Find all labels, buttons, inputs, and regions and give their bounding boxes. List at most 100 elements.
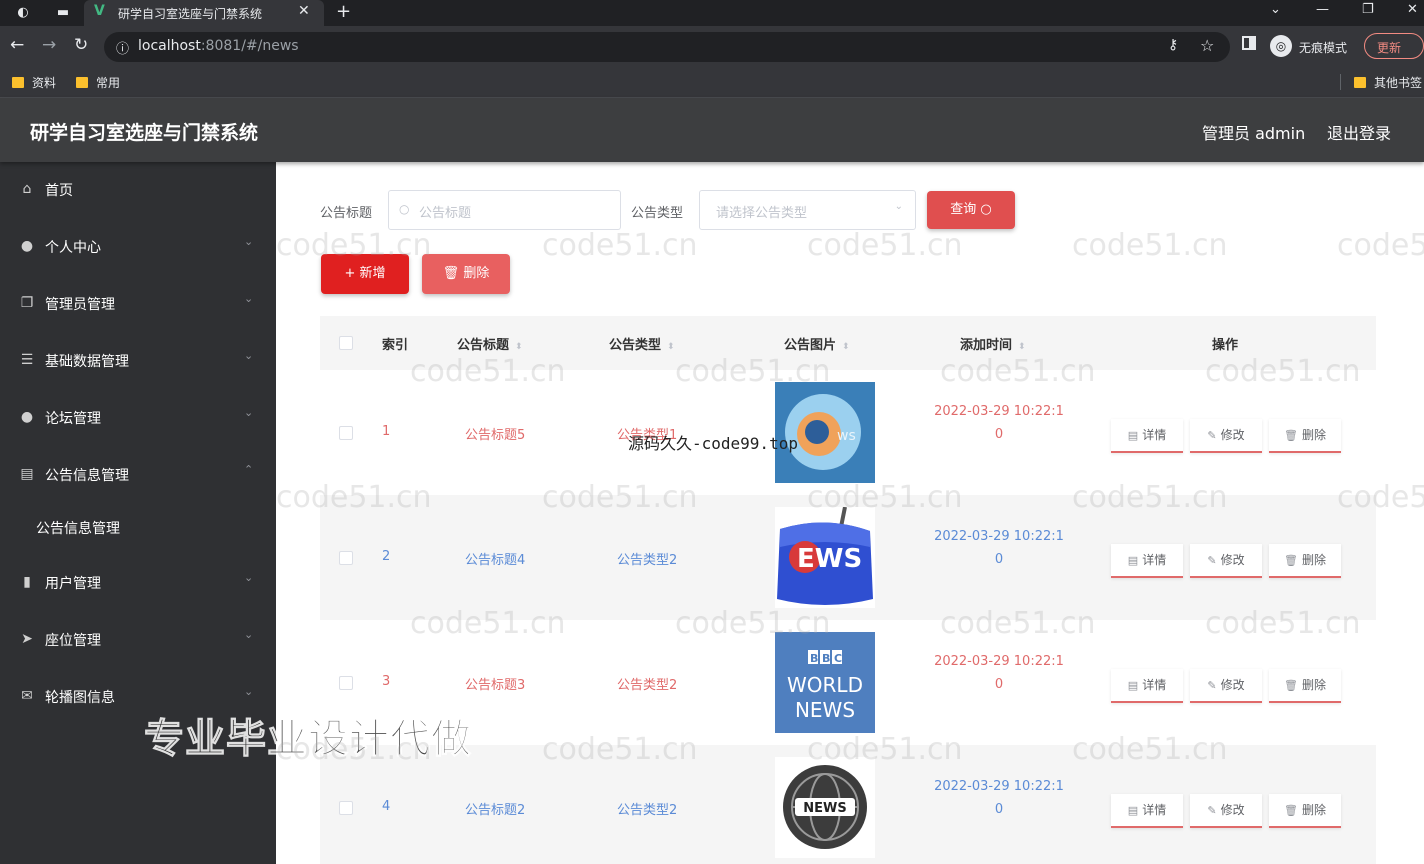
document-icon: ▤ (1127, 804, 1139, 817)
row-checkbox[interactable] (339, 801, 353, 815)
row-type: 公告类型2 (617, 803, 678, 818)
reload-icon[interactable]: ↻ (74, 35, 88, 55)
detail-button[interactable]: ▤ 详情 (1111, 419, 1183, 453)
select-all-checkbox[interactable] (339, 336, 353, 350)
query-button-label: 查询 (950, 202, 977, 217)
header-title[interactable]: 公告标题 ⬍ (457, 334, 523, 353)
type-select[interactable]: 请选择公告类型 ⌄ (699, 190, 916, 230)
title-search-input[interactable]: ○ 公告标题 (388, 190, 621, 230)
edit-button[interactable]: ✎ 修改 (1190, 669, 1262, 703)
document-icon: ▤ (1127, 554, 1139, 567)
detail-button[interactable]: ▤ 详情 (1111, 544, 1183, 578)
bookmark-separator (1340, 74, 1341, 90)
edit-icon: ✎ (1207, 554, 1217, 567)
delete-button[interactable]: 🗑 删除 (1269, 544, 1341, 578)
header-type[interactable]: 公告类型 ⬍ (609, 334, 675, 353)
sidebar-item-users[interactable]: ▮ 用户管理 ⌄ (0, 562, 276, 602)
back-icon[interactable]: ← (10, 35, 24, 55)
url-input[interactable]: ⓘ localhost:8081/#/news ⚷ ☆ (104, 32, 1230, 62)
edit-button[interactable]: ✎ 修改 (1190, 544, 1262, 578)
app-header: 研学自习室选座与门禁系统 管理员 admin 退出登录 (0, 98, 1424, 162)
row-checkbox[interactable] (339, 551, 353, 565)
row-type: 公告类型2 (617, 553, 678, 568)
new-tab-icon[interactable]: + (336, 1, 351, 22)
watermark: code51.cn (542, 228, 698, 263)
bbc-world-news-image: B B C WORLD NEWS (775, 632, 875, 733)
vue-favicon-icon: V (94, 3, 105, 19)
side-panel-icon[interactable] (1242, 36, 1256, 50)
sort-icon: ⬍ (515, 342, 523, 352)
edit-icon: ✎ (1207, 679, 1217, 692)
tab-close-icon[interactable]: ✕ (298, 3, 310, 19)
current-user: 管理员 admin (1202, 124, 1306, 143)
search-icon: ○ (399, 202, 410, 216)
sidebar-item-home[interactable]: ⌂ 首页 (0, 169, 276, 209)
detail-button[interactable]: ▤ 详情 (1111, 669, 1183, 703)
trash-icon: 🗑 (1284, 804, 1298, 817)
row-time: 2022-03-29 10:22:1 0 (934, 404, 1064, 442)
row-title: 公告标题3 (465, 678, 526, 693)
svg-text:B: B (810, 652, 818, 665)
delete-button[interactable]: 🗑 删除 (1269, 794, 1341, 828)
bookmark-star-icon[interactable]: ☆ (1200, 36, 1214, 55)
copy-icon: ❐ (20, 295, 34, 311)
tab-search-icon[interactable]: ⌄ (1270, 2, 1281, 17)
maximize-icon[interactable]: ❐ (1362, 2, 1374, 17)
svg-text:ws: ws (837, 428, 856, 444)
minimize-icon[interactable]: — (1316, 2, 1329, 17)
table-row: 3 公告标题3 公告类型2 B B C WORLD NEWS 2022-03-2… (320, 620, 1376, 745)
edit-button[interactable]: ✎ 修改 (1190, 794, 1262, 828)
chevron-down-icon: ⌄ (244, 349, 254, 362)
sidebar-item-label: 公告信息管理 (45, 468, 129, 484)
logout-link[interactable]: 退出登录 (1327, 120, 1391, 144)
bookmark-folder-common[interactable]: 常用 (76, 74, 120, 91)
mail-icon: ✉ (21, 688, 33, 704)
bookmark-folder-materials[interactable]: 资料 (12, 74, 56, 91)
header-time[interactable]: 添加时间 ⬍ (960, 334, 1026, 353)
batch-delete-label: 删除 (463, 266, 490, 281)
header-image[interactable]: 公告图片 ⬍ (784, 334, 850, 353)
sort-icon: ⬍ (667, 342, 675, 352)
window-icon[interactable]: ▬ (54, 4, 72, 22)
send-icon: ➤ (21, 631, 33, 647)
sidebar-subitem-notice-management[interactable]: 公告信息管理 (0, 507, 276, 547)
row-index: 1 (382, 424, 391, 439)
tab-title: 研学自习室选座与门禁系统 (118, 7, 263, 21)
edit-button[interactable]: ✎ 修改 (1190, 419, 1262, 453)
detail-button[interactable]: ▤ 详情 (1111, 794, 1183, 828)
batch-delete-button[interactable]: 🗑 删除 (422, 254, 510, 294)
sidebar-item-label: 座位管理 (45, 633, 101, 649)
delete-button[interactable]: 🗑 删除 (1269, 419, 1341, 453)
browser-menu-icon[interactable]: ◐ (14, 4, 32, 22)
address-bar: ← → ↻ ⓘ localhost:8081/#/news ⚷ ☆ ◎ 无痕模式… (0, 26, 1424, 66)
password-key-icon[interactable]: ⚷ (1168, 37, 1178, 53)
chevron-down-icon: ⌄ (894, 201, 903, 212)
bookmark-folder-other[interactable]: 其他书签 (1354, 74, 1422, 91)
menu-icon: ☰ (20, 352, 34, 368)
sidebar-item-basic-data[interactable]: ☰ 基础数据管理 ⌄ (0, 340, 276, 380)
delete-button[interactable]: 🗑 删除 (1269, 669, 1341, 703)
close-window-icon[interactable]: ✕ (1407, 2, 1418, 17)
browser-tab[interactable]: V 研学自习室选座与门禁系统 ✕ (84, 0, 324, 26)
sidebar-item-notices[interactable]: ▤ 公告信息管理 ⌃ (0, 454, 276, 494)
query-button[interactable]: 查询 ○ (927, 191, 1015, 229)
sidebar-item-profile[interactable]: ● 个人中心 ⌄ (0, 226, 276, 266)
sidebar-item-admins[interactable]: ❐ 管理员管理 ⌄ (0, 283, 276, 323)
svg-text:B: B (822, 652, 830, 665)
update-button[interactable]: 更新 (1364, 33, 1424, 59)
document-icon: ▤ (1127, 679, 1139, 692)
trash-icon: 🗑 (1284, 429, 1298, 442)
type-filter-label: 公告类型 (631, 206, 684, 221)
news-globe-circle-image: NEWS (775, 757, 875, 858)
row-checkbox[interactable] (339, 426, 353, 440)
folder-icon (76, 77, 88, 88)
row-checkbox[interactable] (339, 676, 353, 690)
trash-icon: 🗑 (1284, 554, 1298, 567)
site-info-icon[interactable]: ⓘ (116, 38, 129, 57)
add-button[interactable]: + 新增 (321, 254, 409, 294)
sidebar-item-seats[interactable]: ➤ 座位管理 ⌄ (0, 619, 276, 659)
sidebar-item-forum[interactable]: ● 论坛管理 ⌄ (0, 397, 276, 437)
forward-icon[interactable]: → (42, 35, 56, 55)
incognito-icon[interactable]: ◎ (1270, 35, 1292, 57)
table-row: 4 公告标题2 公告类型2 NEWS 2022-03-29 10:22:1 0 ▤… (320, 745, 1376, 864)
